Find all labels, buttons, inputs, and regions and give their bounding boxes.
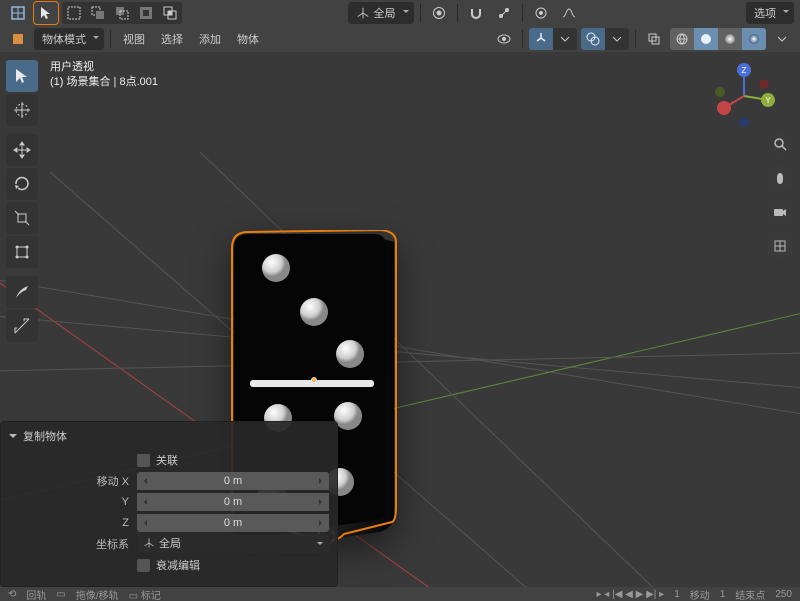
falloff-label: 衰减编辑 [156,557,200,573]
select-mode-intersect-icon[interactable] [158,2,182,24]
viewport-shading-group [670,28,766,50]
visibility-dropdown-icon[interactable] [492,28,516,50]
shading-rendered-icon[interactable] [742,28,766,50]
select-mode-invert-icon[interactable] [134,2,158,24]
proportional-edit-icon[interactable] [529,2,553,24]
status-end-value: 250 [775,589,792,600]
xray-icon[interactable] [642,28,666,50]
show-gizmo-icon[interactable] [529,28,553,50]
orient-value: 全局 [159,538,181,550]
viewport-info-projection: 用户透视 [50,60,158,75]
disclosure-triangle-icon [9,434,17,442]
move-z-field[interactable]: 0 m [137,514,329,532]
operator-panel: 复制物体 关联 移动 X0 m Y0 m Z0 m 坐标系全局 衰减编辑 [0,421,338,587]
falloff-checkbox[interactable]: 衰减编辑 [137,557,200,573]
status-bar: ⟲回轨 ▭拖像/移轨 ▭ 标记 ▸ ◂ |◀ ◀ ▶ ▶| ▸ 1 移动 1 结… [0,587,800,601]
menu-view[interactable]: 视图 [117,29,151,49]
viewport-header: 物体模式 视图 选择 添加 物体 [0,26,800,52]
status-end-label: 结束点 [735,587,765,601]
toolbar-left [6,60,38,342]
gizmo-dropdown-icon[interactable] [553,28,577,50]
orientation-value: 全局 [374,5,396,21]
menu-add[interactable]: 添加 [193,29,227,49]
tool-measure[interactable] [6,310,38,342]
options-label: 选项 [754,5,776,21]
editor-header: 全局 选项 [0,0,800,26]
operator-panel-header[interactable]: 复制物体 [9,428,329,444]
tool-transform[interactable] [6,236,38,268]
pivot-dropdown[interactable] [427,2,451,24]
gizmo-group [529,28,577,50]
menu-object[interactable]: 物体 [231,29,265,49]
viewport-info-collection: (1) 场景集合 | 8点.001 [50,75,158,90]
tool-cursor[interactable] [6,94,38,126]
menu-select[interactable]: 选择 [155,29,189,49]
status-cur: 1 [674,589,680,600]
tool-rotate[interactable] [6,168,38,200]
select-mode-group [62,2,182,24]
gizmo-z-label: Z [742,66,747,75]
select-mode-subtract-icon[interactable] [110,2,134,24]
tool-select-box[interactable] [6,60,38,92]
status-drag: 拖像/移轨 [76,587,119,601]
mode-label: 物体模式 [42,31,86,47]
shading-wire-icon[interactable] [670,28,694,50]
tool-scale[interactable] [6,202,38,234]
camera-button[interactable] [766,198,794,226]
proportional-falloff-icon[interactable] [557,2,581,24]
shading-dropdown-icon[interactable] [770,28,794,50]
status-undo: 回轨 [26,587,46,601]
mode-icon[interactable] [6,28,30,50]
perspective-button[interactable] [766,232,794,260]
pan-button[interactable] [766,164,794,192]
move-x-field[interactable]: 0 m [137,472,329,490]
move-x-label: 移动 X [9,473,137,489]
status-move: 移动 [690,587,710,601]
orient-label: 坐标系 [9,536,137,552]
zoom-button[interactable] [766,130,794,158]
linked-checkbox[interactable]: 关联 [137,452,178,468]
move-y-field[interactable]: 0 m [137,493,329,511]
transform-orientation-dropdown[interactable]: 全局 [348,2,414,24]
toolbar-right [766,130,794,260]
select-mode-set-icon[interactable] [62,2,86,24]
tool-annotate[interactable] [6,276,38,308]
options-dropdown[interactable]: 选项 [746,2,794,24]
shading-solid-icon[interactable] [694,28,718,50]
navigation-gizmo[interactable]: Z Y [708,60,780,132]
snap-dropdown-icon[interactable] [492,2,516,24]
overlay-dropdown-icon[interactable] [605,28,629,50]
mode-dropdown[interactable]: 物体模式 [34,28,104,50]
overlay-group [581,28,629,50]
select-mode-extend-icon[interactable] [86,2,110,24]
gizmo-y-label: Y [765,96,771,105]
snap-toggle-icon[interactable] [464,2,488,24]
linked-label: 关联 [156,452,178,468]
show-overlay-icon[interactable] [581,28,605,50]
shading-matprev-icon[interactable] [718,28,742,50]
select-tool-icon[interactable] [34,2,58,24]
move-y-label: Y [9,496,137,508]
editor-type-dropdown[interactable] [6,2,30,24]
tool-move[interactable] [6,134,38,166]
viewport-info: 用户透视 (1) 场景集合 | 8点.001 [50,60,158,91]
move-z-label: Z [9,517,137,529]
operator-title: 复制物体 [23,428,67,444]
orient-dropdown[interactable]: 全局 [137,535,329,553]
